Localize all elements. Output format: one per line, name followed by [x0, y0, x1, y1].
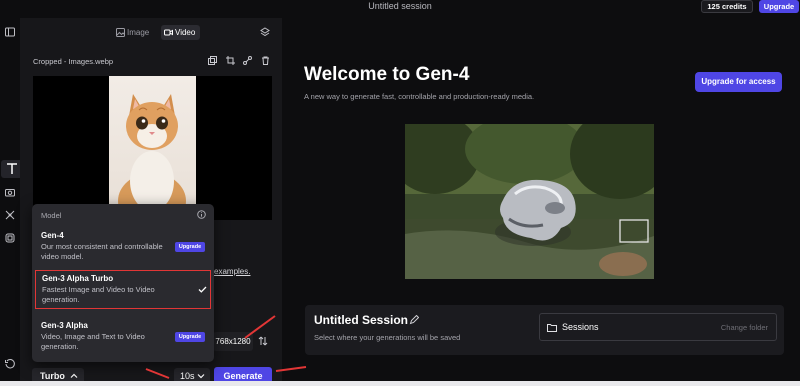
- model-option-desc: Fastest Image and Video to Video generat…: [42, 285, 155, 304]
- examples-link[interactable]: examples.: [214, 267, 250, 276]
- bottom-scroll-strip: [0, 381, 800, 386]
- model-option-name: Gen-3 Alpha: [41, 321, 88, 330]
- hero-video-preview[interactable]: [405, 124, 654, 279]
- upgrade-badge[interactable]: Upgrade: [175, 332, 205, 342]
- session-title[interactable]: Untitled session: [0, 1, 800, 11]
- check-icon: [198, 286, 207, 293]
- session-card-subtitle: Select where your generations will be sa…: [314, 333, 461, 342]
- model-option-desc: Our most consistent and controllable vid…: [41, 242, 163, 261]
- duration-label: 10s: [180, 371, 195, 381]
- duplicate-icon[interactable]: [208, 56, 217, 65]
- tab-video[interactable]: Video: [161, 25, 201, 40]
- hero-image: [405, 124, 654, 279]
- top-bar: Untitled session 125 credits Upgrade: [0, 0, 800, 13]
- image-icon: [116, 28, 125, 37]
- image-preview[interactable]: [33, 76, 272, 220]
- model-dropdown-heading: Model: [41, 211, 62, 220]
- model-selector-label: Turbo: [40, 371, 65, 381]
- model-option-name: Gen-4: [41, 231, 64, 240]
- change-folder-button[interactable]: Change folder: [721, 323, 768, 332]
- model-option-gen-3-alpha[interactable]: Gen-3 Alpha Video, Image and Text to Vid…: [35, 318, 211, 355]
- layers-icon[interactable]: [4, 232, 16, 244]
- chevron-up-icon: [70, 373, 78, 378]
- main-area: Welcome to Gen-4 A new way to generate f…: [283, 18, 800, 386]
- upgrade-button[interactable]: Upgrade: [759, 0, 799, 13]
- nodes-icon[interactable]: [243, 56, 252, 65]
- file-name: Cropped - Images.webp: [33, 57, 114, 66]
- crop-tool-icon[interactable]: [226, 56, 235, 65]
- pencil-icon[interactable]: [409, 314, 420, 325]
- video-icon: [164, 29, 173, 36]
- model-option-name: Gen-3 Alpha Turbo: [42, 274, 114, 283]
- model-option-gen-3-alpha-turbo[interactable]: Gen-3 Alpha Turbo Fastest Image and Vide…: [35, 270, 211, 309]
- crop-icon[interactable]: [4, 209, 16, 221]
- stack-icon[interactable]: [260, 27, 270, 37]
- resolution-select[interactable]: 768x1280: [213, 332, 253, 351]
- model-option-desc: Video, Image and Text to Video generatio…: [41, 332, 145, 351]
- trash-icon[interactable]: [261, 56, 270, 65]
- upgrade-badge[interactable]: Upgrade: [175, 242, 205, 252]
- model-dropdown: Model Gen-4 Our most consistent and cont…: [32, 204, 214, 362]
- tab-image-label: Image: [127, 28, 150, 37]
- swap-icon[interactable]: [258, 336, 268, 346]
- info-icon[interactable]: [197, 210, 206, 219]
- folder-icon: [547, 324, 557, 332]
- credits-badge[interactable]: 125 credits: [701, 0, 753, 13]
- history-icon[interactable]: [4, 358, 16, 370]
- session-card-title[interactable]: Untitled Session: [314, 313, 408, 327]
- welcome-subtitle: A new way to generate fast, controllable…: [304, 92, 535, 101]
- cat-image: [109, 76, 196, 220]
- tab-video-label: Video: [175, 28, 196, 37]
- sessions-folder-label: Sessions: [562, 322, 599, 332]
- camera-icon[interactable]: [4, 186, 16, 198]
- panel-icon[interactable]: [4, 26, 16, 38]
- sessions-folder[interactable]: Sessions Change folder: [539, 313, 777, 341]
- chevron-down-icon: [197, 374, 205, 379]
- upgrade-access-button[interactable]: Upgrade for access: [695, 72, 782, 92]
- tab-image[interactable]: Image: [113, 25, 149, 40]
- session-card: Untitled Session Select where your gener…: [305, 305, 784, 355]
- model-option-gen-4[interactable]: Gen-4 Our most consistent and controllab…: [35, 228, 211, 265]
- tool-rail: [0, 18, 23, 386]
- welcome-title: Welcome to Gen-4: [304, 64, 470, 85]
